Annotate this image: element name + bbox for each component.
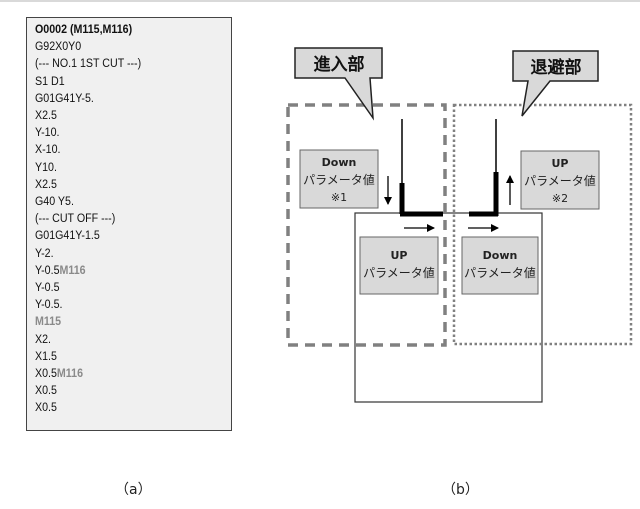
retreat-up-label: UP [552,157,569,170]
approach-wire-path [399,119,443,217]
wire-cut-diagram: 進入部 退避部 Down パラメータ値 ※1 UP パラメータ値 ※2 UP パ… [286,47,633,403]
retreat-up-param-box: UP パラメータ値 ※2 [520,150,600,210]
approach-up-param: パラメータ値 [363,265,435,280]
approach-down-param-box: Down パラメータ値 ※1 [299,149,379,209]
retreat-wire-path [469,119,499,217]
approach-down-label: Down [322,156,357,169]
retreat-down-label: Down [483,249,518,262]
retreat-up-note: ※2 [552,192,568,205]
approach-down-note: ※1 [331,191,347,204]
retreat-down-param-box: Down パラメータ値 [461,236,539,295]
approach-up-param-box: UP パラメータ値 [359,236,439,295]
approach-callout: 進入部 [294,47,383,121]
approach-up-label: UP [391,249,408,262]
retreat-down-param: パラメータ値 [464,265,536,280]
approach-callout-label: 進入部 [314,54,365,75]
retreat-callout-label: 退避部 [531,57,582,78]
approach-region-frame [286,103,447,347]
approach-down-param: パラメータ値 [303,172,375,187]
retreat-up-param: パラメータ値 [524,173,596,188]
